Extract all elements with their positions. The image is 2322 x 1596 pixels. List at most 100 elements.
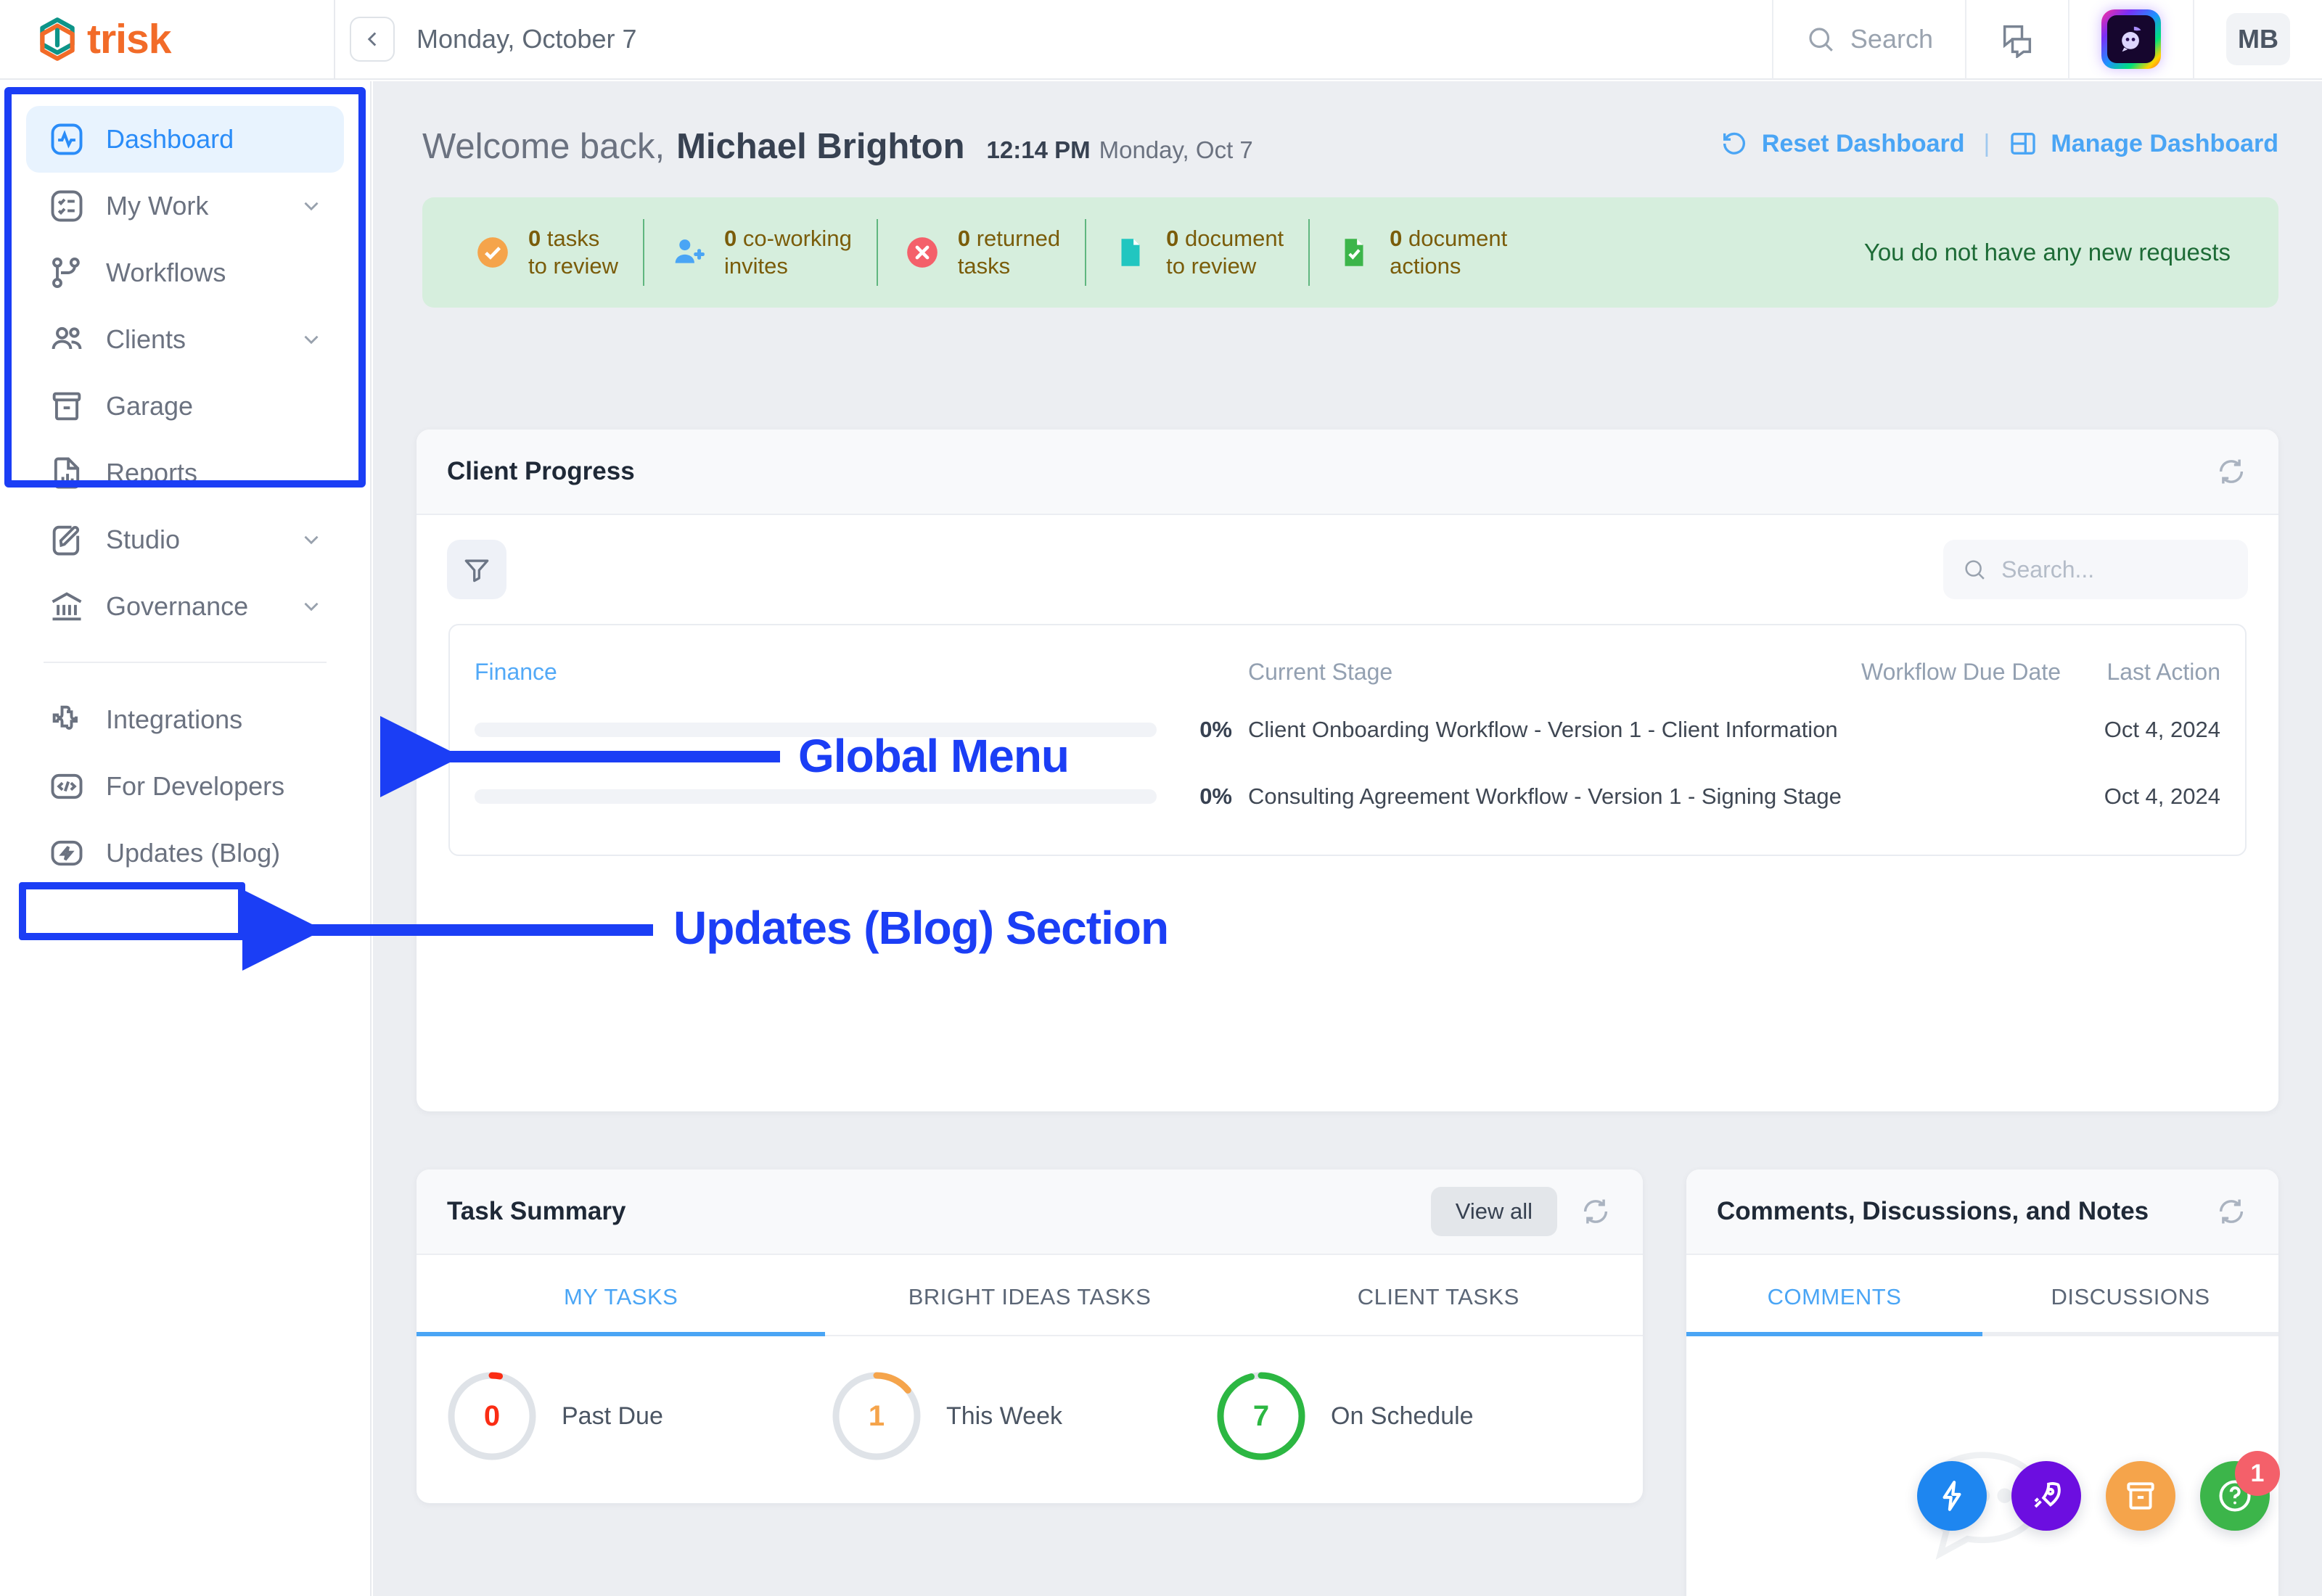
brand-name: trisk	[87, 16, 171, 62]
trisk-logo-icon	[40, 17, 75, 61]
help-button[interactable]: 1	[2200, 1451, 2280, 1531]
sidebar-item-my-work[interactable]: My Work	[26, 173, 344, 239]
reset-dashboard-label: Reset Dashboard	[1761, 129, 1965, 157]
banner-item-document-to-review[interactable]: 0 document to review	[1086, 215, 1308, 290]
floating-action-buttons: 1	[1917, 1451, 2280, 1531]
bolt-square-icon	[46, 833, 87, 873]
current-date: Monday, October 7	[417, 24, 637, 54]
sidebar-item-dashboard[interactable]: Dashboard	[26, 106, 344, 173]
sidebar-item-label: For Developers	[106, 771, 285, 801]
refresh-icon[interactable]	[2215, 1195, 2248, 1228]
sidebar-item-updates-blog[interactable]: Updates (Blog)	[26, 820, 344, 887]
tab-bright-ideas-tasks[interactable]: BRIGHT IDEAS TASKS	[825, 1255, 1234, 1336]
sidebar-item-label: Integrations	[106, 704, 243, 734]
last-action-date: Oct 4, 2024	[2104, 717, 2220, 742]
ai-assistant-button[interactable]	[2068, 0, 2193, 79]
banner-item-returned-tasks[interactable]: 0 returned tasks	[878, 215, 1085, 290]
filter-button[interactable]	[447, 540, 506, 599]
quick-action-bolt-button[interactable]	[1917, 1461, 1987, 1531]
welcome-time: 12:14 PM	[986, 136, 1091, 163]
ai-assistant-icon	[2122, 26, 2141, 52]
column-client[interactable]: Finance	[475, 659, 557, 685]
banner-item-document-actions[interactable]: 0 document actions	[1310, 215, 1532, 290]
progress-percent: 0%	[1199, 717, 1232, 742]
sidebar-item-label: Garage	[106, 391, 194, 421]
reset-dashboard-button[interactable]: Reset Dashboard	[1720, 129, 1965, 158]
sidebar-item-studio[interactable]: Studio	[26, 506, 344, 573]
client-progress-search[interactable]	[1943, 540, 2248, 599]
users-icon	[46, 319, 87, 360]
actions-divider: |	[1983, 129, 1990, 157]
user-add-icon	[669, 233, 708, 272]
global-search-label: Search	[1850, 24, 1933, 54]
welcome-greeting: Welcome back,	[422, 127, 665, 166]
sidebar-item-label: Clients	[106, 324, 186, 354]
client-progress-toolbar	[417, 515, 2278, 599]
sidebar-divider	[44, 662, 327, 663]
tab-client-tasks[interactable]: CLIENT TASKS	[1234, 1255, 1643, 1336]
progress-bar	[475, 789, 1157, 804]
code-icon	[46, 766, 87, 807]
banner-line2: invites	[724, 253, 788, 279]
table-row[interactable]: 0% Consulting Agreement Workflow - Versi…	[475, 763, 2220, 830]
refresh-icon[interactable]	[1579, 1195, 1612, 1228]
stat-value: 1	[868, 1399, 885, 1432]
search-input[interactable]	[2001, 556, 2229, 583]
chat-bubbles-icon	[2003, 25, 2032, 58]
refresh-icon[interactable]	[2215, 455, 2248, 488]
stat-label: This Week	[946, 1402, 1062, 1430]
stat-label: Past Due	[562, 1402, 663, 1430]
global-search-button[interactable]: Search	[1771, 0, 1965, 79]
banner-item-tasks-to-review[interactable]: 0 tasks to review	[448, 215, 643, 290]
chevron-down-icon[interactable]	[299, 594, 324, 619]
avatar: MB	[2226, 13, 2290, 65]
sidebar-item-integrations[interactable]: Integrations	[26, 686, 344, 753]
banner-line1: document	[1408, 226, 1508, 251]
reset-icon	[1723, 132, 1745, 155]
chevron-down-icon[interactable]	[299, 527, 324, 552]
chat-button[interactable]	[1965, 0, 2068, 79]
sidebar-item-workflows[interactable]: Workflows	[26, 239, 344, 306]
chevron-down-icon[interactable]	[299, 194, 324, 218]
tab-discussions[interactable]: DISCUSSIONS	[1982, 1255, 2278, 1336]
stat-on-schedule[interactable]: 7 On Schedule	[1215, 1370, 1599, 1463]
search-icon	[1809, 28, 1833, 52]
task-summary-tabs: MY TASKS BRIGHT IDEAS TASKS CLIENT TASKS	[417, 1255, 1643, 1336]
column-last-action: Last Action	[2106, 658, 2220, 685]
task-summary-card: Task Summary View all MY TASKS BRIGHT ID…	[417, 1169, 1643, 1503]
stat-this-week[interactable]: 1 This Week	[830, 1370, 1215, 1463]
chevron-down-icon[interactable]	[299, 327, 324, 352]
tab-comments[interactable]: COMMENTS	[1686, 1255, 1982, 1336]
quick-action-archive-button[interactable]	[2106, 1461, 2175, 1531]
quick-action-rocket-button[interactable]	[2011, 1461, 2081, 1531]
stat-past-due[interactable]: 0 Past Due	[446, 1370, 830, 1463]
welcome-header: Welcome back, Michael Brighton 12:14 PM …	[373, 81, 2322, 167]
sidebar-item-for-developers[interactable]: For Developers	[26, 753, 344, 820]
sidebar-collapse-button[interactable]	[350, 17, 395, 62]
manage-dashboard-button[interactable]: Manage Dashboard	[2009, 129, 2278, 158]
tab-my-tasks[interactable]: MY TASKS	[417, 1255, 826, 1336]
banner-line1: tasks	[546, 226, 600, 251]
sidebar-item-reports[interactable]: Reports	[26, 440, 344, 506]
card-title: Task Summary	[447, 1197, 626, 1225]
sidebar-item-garage[interactable]: Garage	[26, 373, 344, 440]
comments-header: Comments, Discussions, and Notes	[1686, 1169, 2278, 1255]
puzzle-icon	[46, 699, 87, 740]
banner-divider	[1308, 219, 1310, 286]
progress-percent: 0%	[1199, 783, 1232, 809]
sidebar-item-governance[interactable]: Governance	[26, 573, 344, 640]
banner-count: 0	[724, 226, 737, 251]
table-row[interactable]: 0% Client Onboarding Workflow - Version …	[475, 696, 2220, 763]
archive-icon	[2127, 1482, 2154, 1510]
checklist-icon	[46, 186, 87, 226]
brand-logo-area[interactable]: trisk	[0, 15, 334, 63]
task-summary-header: Task Summary View all	[417, 1169, 1643, 1255]
view-all-button[interactable]: View all	[1430, 1187, 1557, 1236]
stat-value: 7	[1252, 1399, 1270, 1432]
sidebar-item-clients[interactable]: Clients	[26, 306, 344, 373]
sidebar-item-label: Reports	[106, 458, 198, 488]
filter-icon	[464, 559, 489, 583]
banner-item-co-working-invites[interactable]: 0 co-working invites	[644, 215, 877, 290]
stat-value: 0	[483, 1399, 501, 1432]
user-avatar-button[interactable]: MB	[2193, 0, 2322, 79]
